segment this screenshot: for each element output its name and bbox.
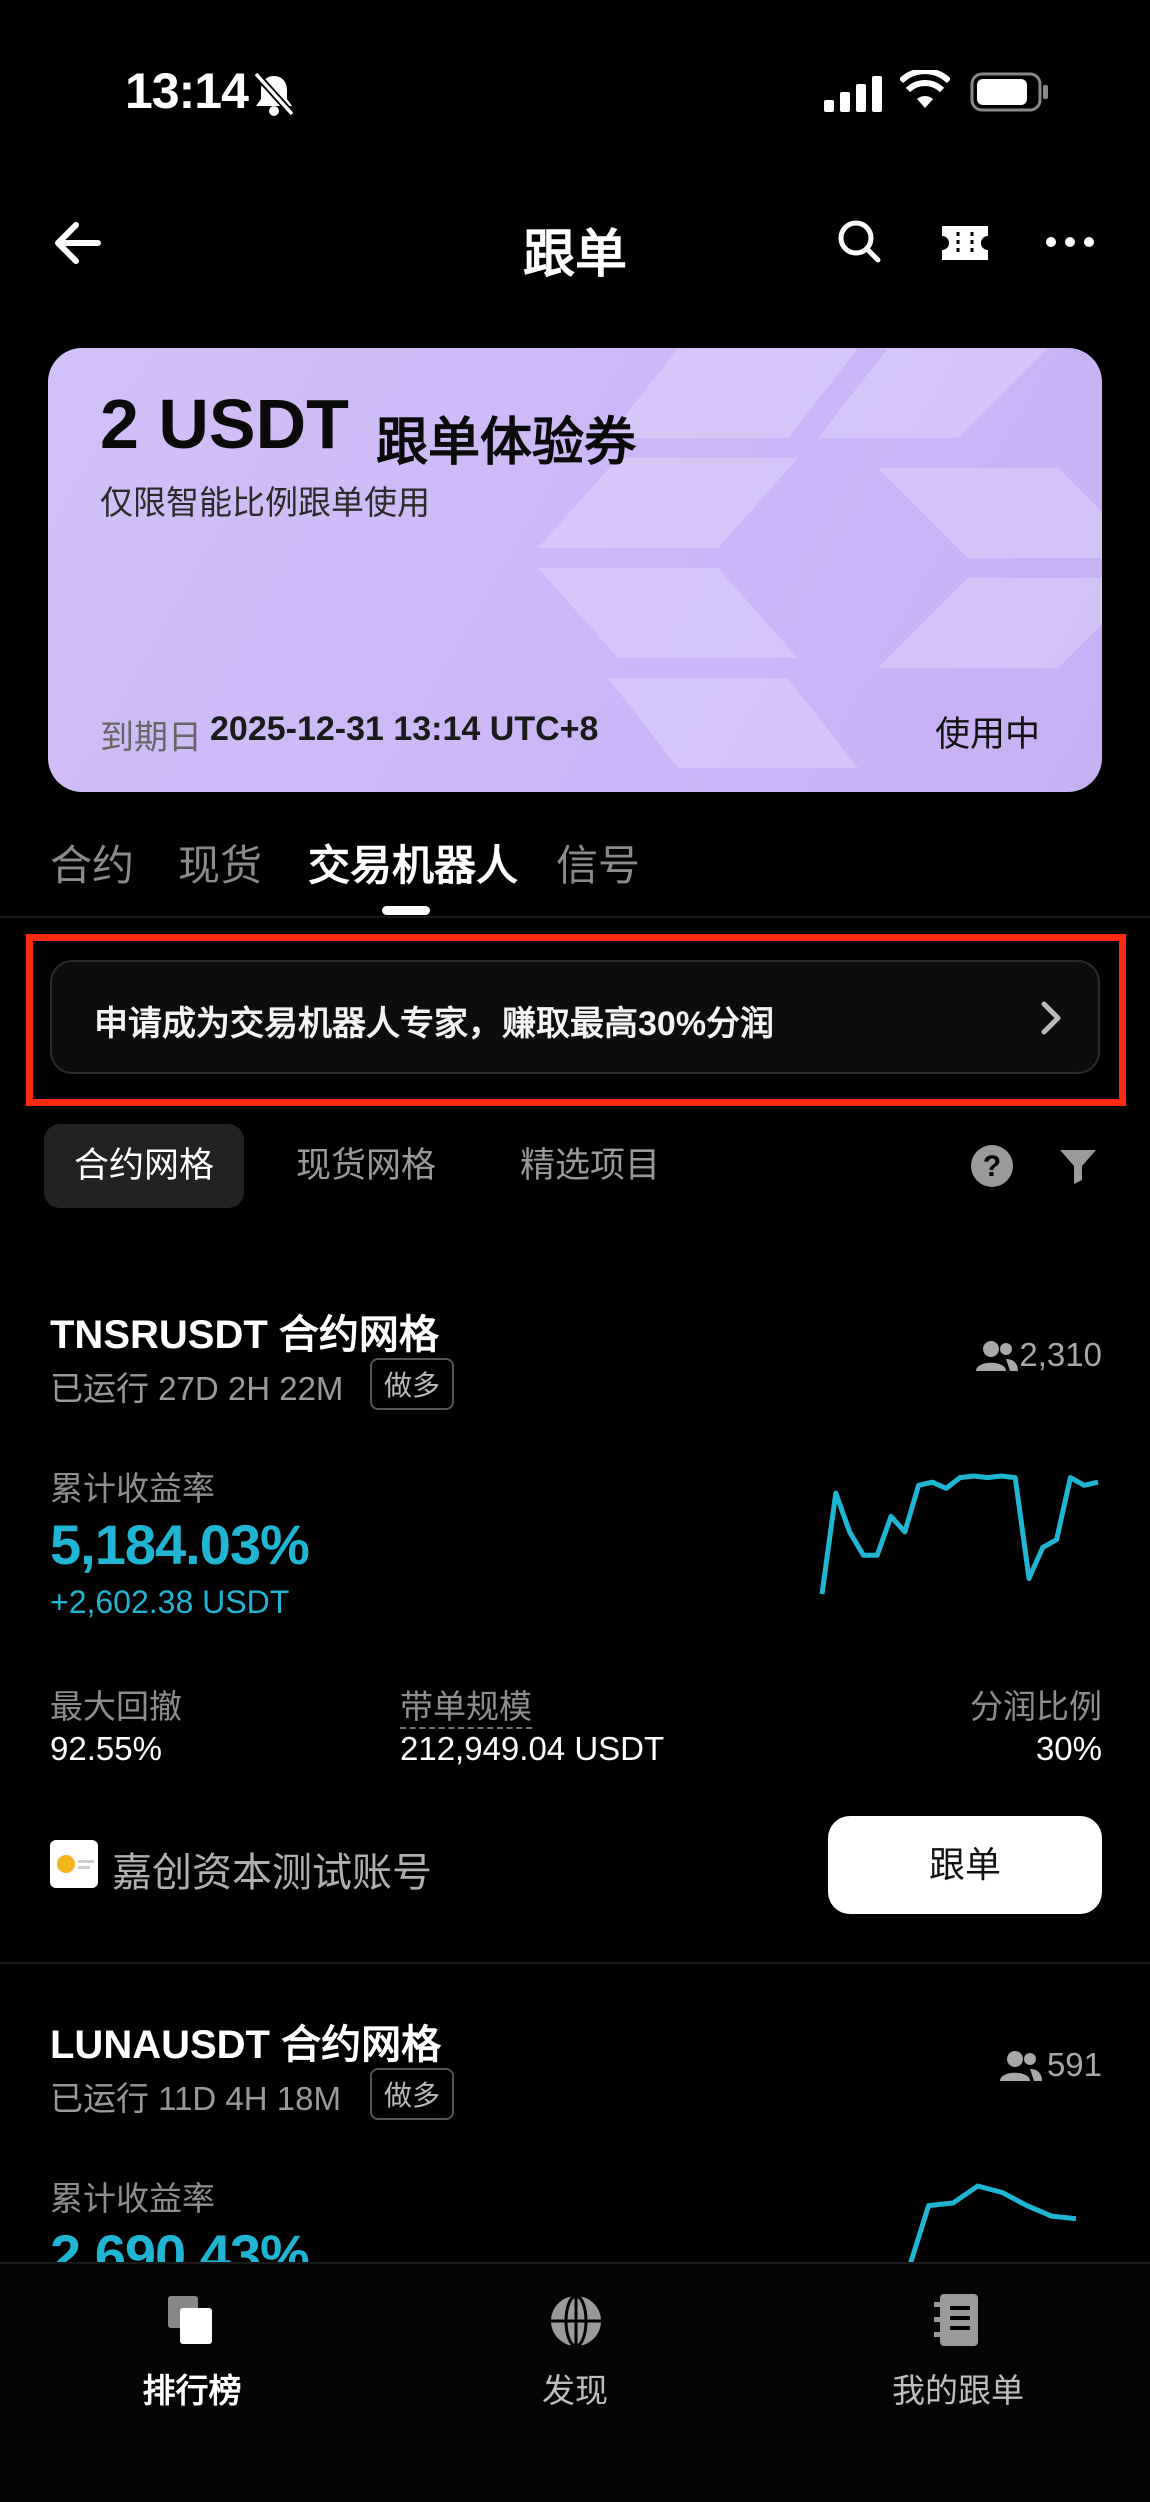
follow-button[interactable]: 跟单 bbox=[828, 1816, 1102, 1914]
card-1-pnl-usdt: +2,602.38 USDT bbox=[50, 1584, 290, 1620]
voucher-expiry-label: 到期日 bbox=[100, 719, 202, 757]
card-1-pnl-label: 累计收益率 bbox=[50, 1470, 215, 1507]
subtab-futures-grid[interactable]: 合约网格 bbox=[44, 1124, 245, 1208]
wifi-icon bbox=[900, 70, 950, 108]
trader-avatar bbox=[50, 1840, 98, 1888]
nav-leaderboard[interactable]: 排行榜 bbox=[42, 2264, 342, 2502]
search-icon[interactable] bbox=[836, 218, 882, 264]
globe-icon bbox=[551, 2294, 601, 2348]
highlight-box bbox=[26, 934, 1126, 1106]
card-1-aum-label-wrap: 带单规模 bbox=[400, 1680, 532, 1729]
tab-signal[interactable]: 信号 bbox=[556, 832, 640, 893]
nav-my-copytrades[interactable]: 我的跟单 bbox=[808, 2264, 1108, 2502]
bell-muted-icon bbox=[253, 71, 295, 117]
card-1-badge: 做多 bbox=[370, 1358, 455, 1410]
sparkline-line bbox=[819, 1473, 1099, 1595]
tabs-divider bbox=[0, 916, 1150, 918]
voucher-subtitle: 仅限智能比例跟单使用 bbox=[100, 484, 430, 521]
more-icon[interactable] bbox=[1045, 235, 1095, 249]
card-2-title[interactable]: LUNAUSDT 合约网格 bbox=[50, 2012, 441, 2070]
subtab-spot-grid[interactable]: 现货网格 bbox=[266, 1124, 466, 1208]
card-1-sparkline bbox=[819, 1473, 1099, 1595]
tab-futures[interactable]: 合约 bbox=[50, 832, 134, 893]
card-2-badge: 做多 bbox=[370, 2068, 455, 2120]
voucher-expiry-value: 2025-12-31 13:14 UTC+8 bbox=[210, 710, 599, 748]
nav-my-copytrades-label: 我的跟单 bbox=[892, 2372, 1024, 2409]
leaderboard-icon bbox=[168, 2296, 212, 2344]
users-icon bbox=[976, 1341, 1018, 1371]
card-2-running: 已运行 11D 4H 18M bbox=[50, 2080, 341, 2117]
card-1-running: 已运行 27D 2H 22M bbox=[50, 1370, 344, 1407]
status-time: 13:14 bbox=[125, 63, 249, 119]
card-1-aum-label[interactable]: 带单规模 bbox=[400, 1688, 532, 1729]
card-1-drawdown: 92.55% bbox=[50, 1730, 162, 1767]
tab-spot[interactable]: 现货 bbox=[178, 832, 262, 893]
svg-text:?: ? bbox=[983, 1150, 1001, 1183]
card-divider bbox=[0, 1962, 1150, 1964]
voucher-status: 使用中 bbox=[934, 715, 1040, 754]
active-tab-indicator bbox=[382, 906, 430, 915]
card-1-pnl-pct: 5,184.03% bbox=[50, 1513, 310, 1576]
ticket-icon[interactable] bbox=[938, 224, 992, 262]
tab-trading-bot[interactable]: 交易机器人 bbox=[308, 832, 518, 893]
card-1-title[interactable]: TNSRUSDT 合约网格 bbox=[50, 1302, 439, 1360]
voucher-amount: 2 USDT bbox=[100, 385, 349, 463]
help-icon[interactable]: ? bbox=[970, 1144, 1014, 1188]
nav-leaderboard-label: 排行榜 bbox=[142, 2372, 242, 2409]
battery-icon bbox=[970, 72, 1048, 112]
card-1-trader-name[interactable]: 嘉创资本测试账号 bbox=[112, 1840, 432, 1898]
voucher-card[interactable]: 2 USDT 跟单体验券 仅限智能比例跟单使用 到期日 2025-12-31 1… bbox=[48, 348, 1102, 792]
card-1-share-label: 分润比例 bbox=[970, 1688, 1102, 1725]
card-1-followers: 2,310 bbox=[1019, 1336, 1102, 1373]
card-1-share: 30% bbox=[1035, 1730, 1102, 1767]
bottom-nav: 排行榜 发现 我的跟单 bbox=[0, 2262, 1150, 2502]
subtab-featured[interactable]: 精选项目 bbox=[490, 1124, 690, 1208]
card-2-pnl-label: 累计收益率 bbox=[50, 2180, 215, 2217]
signal-icon bbox=[824, 76, 882, 112]
filter-icon[interactable] bbox=[1058, 1146, 1098, 1186]
nav-discover-label: 发现 bbox=[542, 2372, 608, 2409]
nav-discover[interactable]: 发现 bbox=[425, 2264, 725, 2502]
notebook-icon bbox=[934, 2294, 978, 2346]
voucher-name: 跟单体验券 bbox=[376, 414, 637, 472]
users-icon bbox=[1000, 2051, 1042, 2081]
card-2-followers: 591 bbox=[1046, 2046, 1102, 2083]
card-1-drawdown-label: 最大回撤 bbox=[50, 1688, 182, 1725]
card-1-aum: 212,949.04 USDT bbox=[400, 1730, 665, 1767]
